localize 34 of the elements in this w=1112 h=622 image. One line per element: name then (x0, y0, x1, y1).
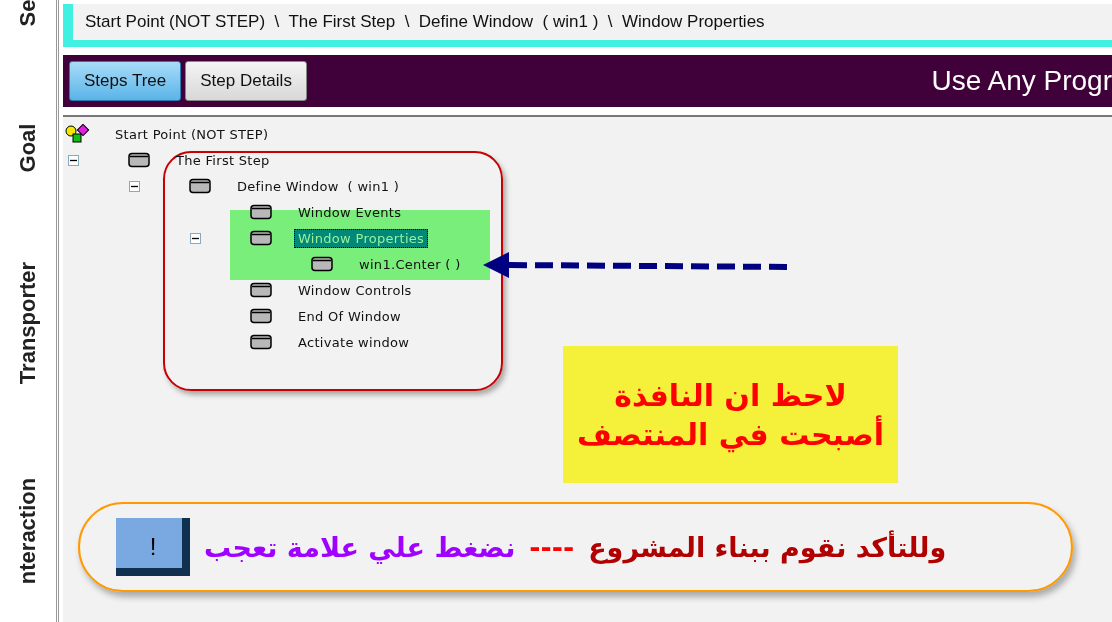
callout-text: وللتأكد نقوم ببناء المشروع (588, 531, 947, 563)
side-tab[interactable]: nteraction (15, 477, 41, 585)
exclamation-button[interactable]: ! (116, 518, 190, 576)
callout-text: ---- (529, 531, 575, 563)
tree-item[interactable]: End Of Window (294, 306, 405, 326)
tree-item[interactable]: Define Window ( win1 ) (233, 176, 404, 196)
window-icon (311, 256, 333, 272)
side-tab[interactable]: Se (15, 0, 41, 27)
header-title: Use Any Progr (931, 65, 1112, 97)
collapse-toggle[interactable] (129, 180, 140, 192)
breadcrumb-path: Start Point (NOT STEP) \ The First Step \ Define Window ( win1 ) \ Window Properties (85, 12, 765, 32)
window-icon (250, 308, 272, 324)
window-icon (250, 230, 272, 246)
window-icon (250, 334, 272, 350)
tab[interactable]: Step Details (185, 61, 307, 101)
tree-item[interactable]: Activate window (294, 332, 414, 352)
note-text: لاحظ ان النافذة (614, 377, 847, 413)
window-icon (189, 178, 211, 194)
collapse-toggle[interactable] (68, 154, 79, 166)
window-icon (250, 204, 272, 220)
tree-item[interactable]: The First Step (172, 150, 274, 170)
note-text: أصبحت في المنتصف (576, 416, 885, 452)
window-icon (250, 282, 272, 298)
tree-item[interactable]: Window Events (294, 202, 406, 222)
tab[interactable]: Steps Tree (69, 61, 182, 101)
tree-item[interactable]: win1.Center ( ) (355, 254, 465, 274)
window-icon (128, 152, 150, 168)
side-tab[interactable]: Goal (15, 123, 41, 172)
collapse-toggle[interactable] (190, 232, 201, 244)
callout-text: نضغط علي علامة تعجب (204, 531, 516, 563)
tree-item[interactable]: Window Controls (294, 280, 416, 300)
tree-item[interactable]: Start Point (NOT STEP) (111, 124, 273, 144)
shapes-icon (65, 124, 91, 144)
side-tab[interactable]: Transporter (15, 261, 41, 384)
